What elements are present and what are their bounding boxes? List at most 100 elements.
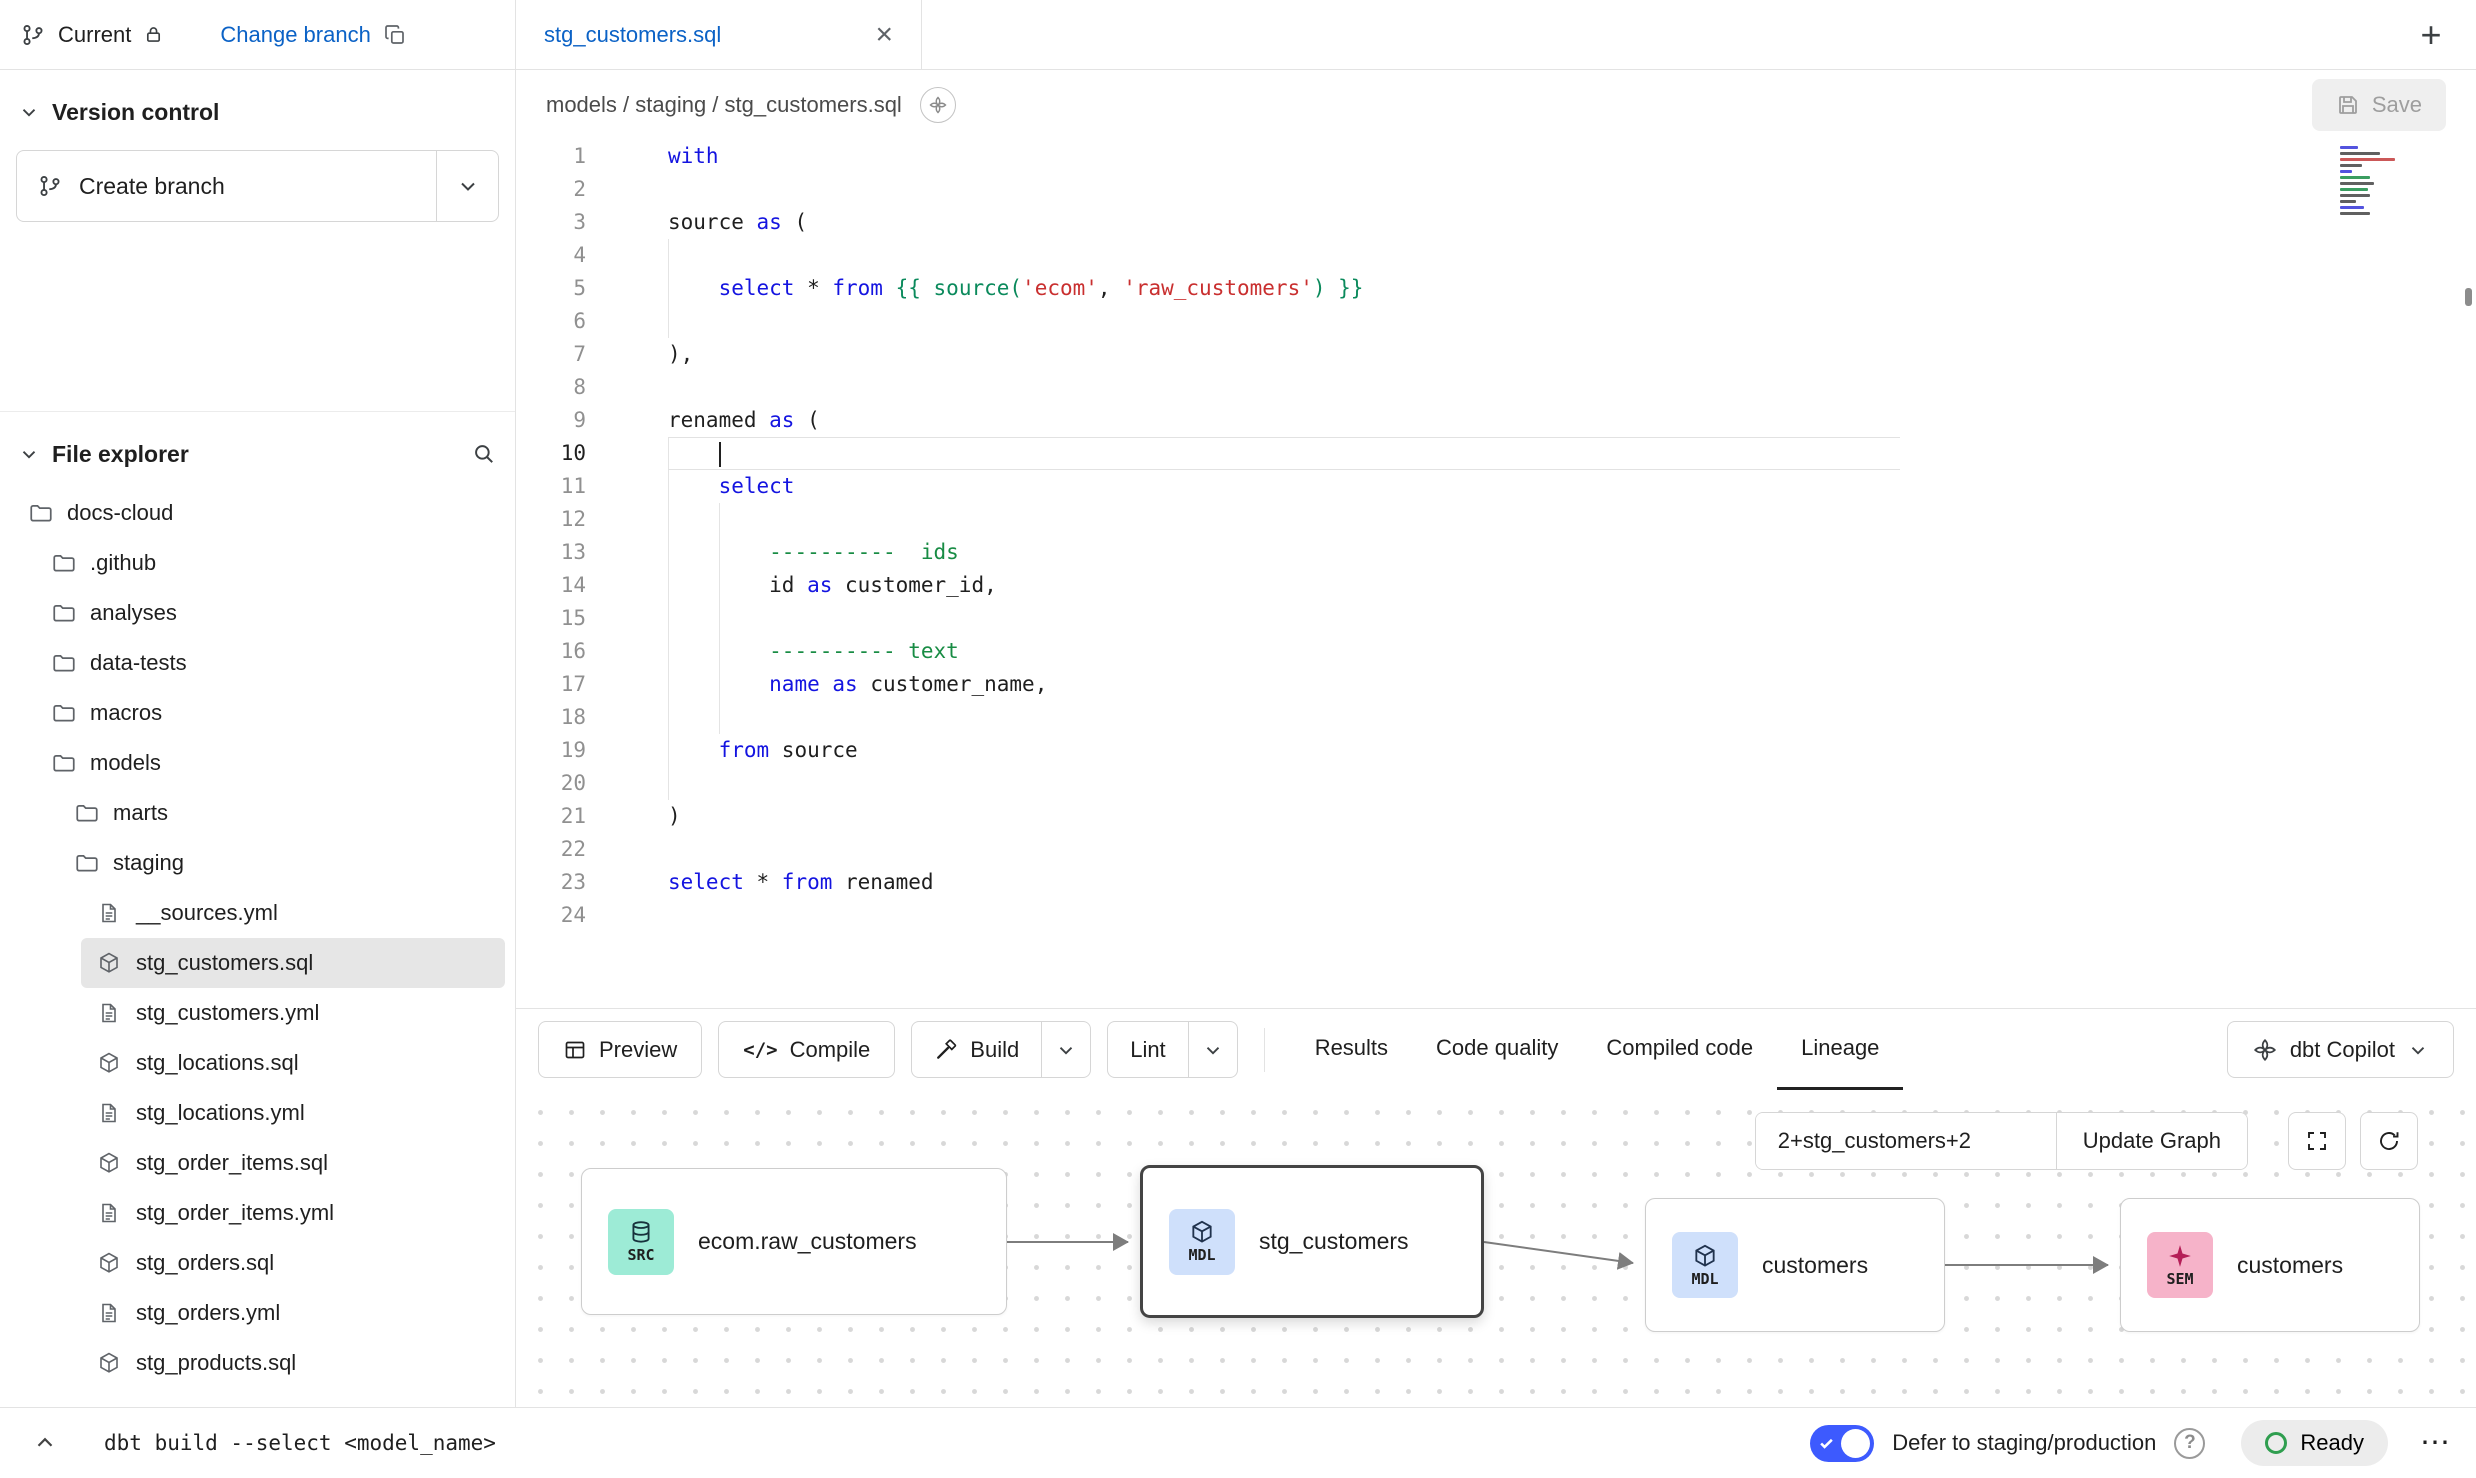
- editor-minimap[interactable]: [2340, 146, 2402, 218]
- ready-status-button[interactable]: Ready: [2241, 1420, 2388, 1466]
- code-line-16[interactable]: 16 ---------- text: [516, 635, 2476, 668]
- code-line-10[interactable]: 10: [516, 437, 2476, 470]
- update-graph-button[interactable]: Update Graph: [2056, 1113, 2247, 1169]
- editor-tab-bar: stg_customers.sql × +: [516, 0, 2476, 69]
- compile-button[interactable]: </> Compile: [718, 1021, 895, 1078]
- code-line-24[interactable]: 24: [516, 899, 2476, 932]
- file-item-stg-locations-sql[interactable]: stg_locations.sql: [0, 1038, 515, 1088]
- build-button-label: Build: [970, 1037, 1019, 1063]
- build-dropdown-caret[interactable]: [1041, 1022, 1090, 1077]
- file-item-docs-cloud[interactable]: docs-cloud: [0, 488, 515, 538]
- code-line-20[interactable]: 20: [516, 767, 2476, 800]
- file-item-stg-order-items-sql[interactable]: stg_order_items.sql: [0, 1138, 515, 1188]
- code-line-3[interactable]: 3source as (: [516, 206, 2476, 239]
- line-content: ---------- text: [668, 635, 959, 668]
- code-line-18[interactable]: 18: [516, 701, 2476, 734]
- code-line-7[interactable]: 7),: [516, 338, 2476, 371]
- tab-stg-customers-sql[interactable]: stg_customers.sql ×: [516, 0, 922, 69]
- file-item-stg-order-items-yml[interactable]: stg_order_items.yml: [0, 1188, 515, 1238]
- model-file-icon: [97, 1051, 123, 1075]
- file-explorer-header[interactable]: File explorer: [0, 434, 515, 474]
- code-line-14[interactable]: 14 id as customer_id,: [516, 569, 2476, 602]
- tab-compiled-code[interactable]: Compiled code: [1582, 1009, 1777, 1090]
- dbt-copilot-button[interactable]: dbt Copilot: [2227, 1021, 2454, 1078]
- create-branch-main[interactable]: Create branch: [17, 151, 436, 221]
- lineage-node-src-ecom-raw-customers[interactable]: SRCecom.raw_customers: [581, 1168, 1007, 1315]
- editor-scrollbar-thumb[interactable]: [2465, 288, 2472, 306]
- code-line-23[interactable]: 23select * from renamed: [516, 866, 2476, 899]
- code-line-8[interactable]: 8: [516, 371, 2476, 404]
- copy-icon[interactable]: [383, 23, 407, 47]
- preview-button[interactable]: Preview: [538, 1021, 702, 1078]
- expand-panel-button[interactable]: [26, 1424, 64, 1462]
- tab-lineage[interactable]: Lineage: [1777, 1009, 1903, 1090]
- file-item-stg-customers-yml[interactable]: stg_customers.yml: [0, 988, 515, 1038]
- line-content: [668, 503, 670, 536]
- line-number: 9: [516, 404, 620, 437]
- code-line-13[interactable]: 13 ---------- ids: [516, 536, 2476, 569]
- create-branch-button[interactable]: Create branch: [16, 150, 499, 222]
- code-line-12[interactable]: 12: [516, 503, 2476, 536]
- line-content: [668, 173, 670, 206]
- file-item-stg-locations-yml[interactable]: stg_locations.yml: [0, 1088, 515, 1138]
- new-tab-button[interactable]: +: [2408, 12, 2454, 58]
- lint-dropdown-caret[interactable]: [1188, 1022, 1237, 1077]
- help-icon[interactable]: ?: [2174, 1428, 2205, 1459]
- code-line-4[interactable]: 4: [516, 239, 2476, 272]
- code-line-21[interactable]: 21): [516, 800, 2476, 833]
- file-item-analyses[interactable]: analyses: [0, 588, 515, 638]
- code-line-6[interactable]: 6: [516, 305, 2476, 338]
- ready-status-label: Ready: [2300, 1430, 2364, 1456]
- code-line-2[interactable]: 2: [516, 173, 2476, 206]
- code-line-17[interactable]: 17 name as customer_name,: [516, 668, 2476, 701]
- file-item-github[interactable]: .github: [0, 538, 515, 588]
- file-item-stg-orders-yml[interactable]: stg_orders.yml: [0, 1288, 515, 1338]
- code-line-11[interactable]: 11 select: [516, 470, 2476, 503]
- file-item-label: stg_orders.sql: [136, 1250, 274, 1276]
- file-item-data-tests[interactable]: data-tests: [0, 638, 515, 688]
- change-branch-link[interactable]: Change branch: [220, 22, 370, 48]
- tab-code-quality[interactable]: Code quality: [1412, 1009, 1582, 1090]
- code-line-9[interactable]: 9renamed as (: [516, 404, 2476, 437]
- file-item-staging[interactable]: staging: [0, 838, 515, 888]
- tab-results[interactable]: Results: [1291, 1009, 1412, 1090]
- version-control-header[interactable]: Version control: [0, 92, 515, 132]
- table-icon: [563, 1038, 587, 1062]
- lineage-selector-input[interactable]: [1756, 1113, 2056, 1169]
- line-content: [668, 371, 670, 404]
- code-line-15[interactable]: 15: [516, 602, 2476, 635]
- code-editor[interactable]: 1with23source as (45 select * from {{ so…: [516, 140, 2476, 1008]
- file-item-sources-yml[interactable]: __sources.yml: [0, 888, 515, 938]
- more-options-button[interactable]: ⋯: [2420, 1428, 2450, 1458]
- file-item-label: stg_customers.sql: [136, 950, 313, 976]
- file-item-inner: stg_locations.sql: [81, 1038, 505, 1088]
- lineage-node-sem-customers[interactable]: SEMcustomers: [2120, 1198, 2420, 1332]
- dbt-copilot-icon: [2252, 1037, 2278, 1063]
- defer-toggle[interactable]: [1810, 1425, 1874, 1462]
- line-content: ),: [668, 338, 693, 371]
- lineage-node-mdl-customers[interactable]: MDLcustomers: [1645, 1198, 1945, 1332]
- file-item-macros[interactable]: macros: [0, 688, 515, 738]
- lineage-node-mdl-stg-customers[interactable]: MDLstg_customers: [1140, 1165, 1484, 1318]
- file-item-label: .github: [90, 550, 156, 576]
- file-item-marts[interactable]: marts: [0, 788, 515, 838]
- lint-button[interactable]: Lint: [1108, 1022, 1187, 1077]
- code-line-22[interactable]: 22: [516, 833, 2476, 866]
- line-number: 16: [516, 635, 620, 668]
- create-branch-dropdown-caret[interactable]: [436, 151, 498, 221]
- file-item-models[interactable]: models: [0, 738, 515, 788]
- search-icon[interactable]: [471, 441, 497, 467]
- file-item-stg-customers-sql[interactable]: stg_customers.sql: [0, 938, 515, 988]
- code-line-1[interactable]: 1with: [516, 140, 2476, 173]
- fullscreen-button[interactable]: [2288, 1112, 2346, 1170]
- refresh-button[interactable]: [2360, 1112, 2418, 1170]
- code-line-19[interactable]: 19 from source: [516, 734, 2476, 767]
- code-line-5[interactable]: 5 select * from {{ source('ecom', 'raw_c…: [516, 272, 2476, 305]
- close-tab-icon[interactable]: ×: [875, 20, 893, 50]
- file-item-stg-products-sql[interactable]: stg_products.sql: [0, 1338, 515, 1388]
- build-button[interactable]: Build: [912, 1022, 1041, 1077]
- copilot-badge-icon[interactable]: [920, 87, 956, 123]
- file-item-stg-orders-sql[interactable]: stg_orders.sql: [0, 1238, 515, 1288]
- save-button[interactable]: Save: [2312, 79, 2446, 131]
- lineage-panel[interactable]: SRCecom.raw_customers MDLstg_customers MDL…: [516, 1090, 2476, 1407]
